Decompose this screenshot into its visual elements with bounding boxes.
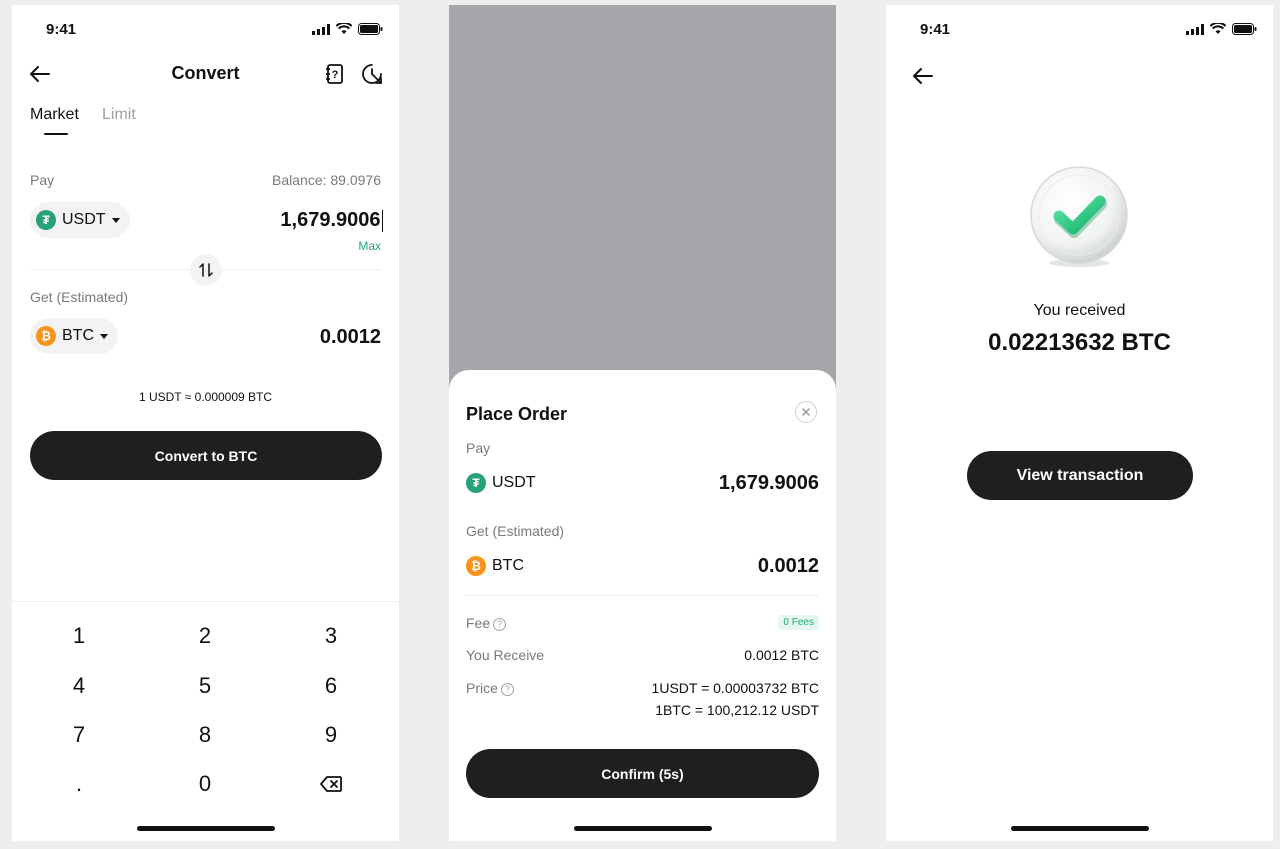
pay-label: Pay [30,172,55,188]
place-order-screen: Place Order Pay ₮ USDT 1,679.9006 Get (E… [449,5,836,841]
swap-button[interactable] [190,254,222,286]
get-coin-label: BTC [492,557,524,574]
get-amount: 0.0012 [757,555,819,577]
get-coin: ₿ BTC [466,556,524,576]
signal-icon [312,23,330,35]
chevron-down-icon [111,217,120,223]
usdt-icon: ₮ [36,210,56,230]
status-icons [312,23,383,35]
key-8[interactable]: 8 [145,713,265,757]
svg-text:?: ? [332,69,339,81]
wifi-icon [1210,23,1226,34]
place-order-sheet: Place Order Pay ₮ USDT 1,679.9006 Get (E… [449,370,836,841]
close-button[interactable] [795,401,817,423]
convert-screen: 9:41 Convert ? Market Limit Pay Balance:… [12,5,399,841]
get-coin-selector[interactable]: ₿ BTC [30,318,118,354]
signal-icon [1186,23,1204,35]
numeric-keypad: 1 2 3 4 5 6 7 8 9 . 0 [12,601,399,841]
pay-label: Pay [466,440,491,456]
receive-label: You Receive [466,647,545,663]
pay-amount-input[interactable]: 1,679.9006 [280,209,383,232]
fee-label: Fee [466,615,491,631]
help-book-icon[interactable]: ? [323,62,347,86]
info-icon[interactable]: ? [500,682,514,696]
confirm-button[interactable]: Confirm (5s) [466,749,819,798]
received-label: You received [1033,302,1126,319]
text-caret [381,209,383,232]
home-indicator [1010,826,1149,831]
home-indicator [573,826,712,831]
back-arrow-icon[interactable] [912,65,934,87]
pay-coin-label: USDT [492,474,536,491]
convert-button[interactable]: Convert to BTC [30,431,382,480]
checkmark-success-icon [1029,165,1129,269]
battery-icon [358,23,383,35]
chevron-down-icon [100,333,108,339]
key-7[interactable]: 7 [19,713,139,757]
close-icon [802,408,810,416]
key-4[interactable]: 4 [19,664,139,708]
sheet-title: Place Order [466,404,568,424]
btc-icon: ₿ [466,556,486,576]
success-screen: 9:41 You received 0.02213632 BTC View tr… [886,5,1273,841]
status-time: 9:41 [920,21,951,38]
btc-icon: ₿ [36,326,56,346]
key-9[interactable]: 9 [271,713,391,757]
balance-text: Balance: 89.0976 [272,172,381,188]
pay-amount-value: 1,679.9006 [280,209,381,231]
backspace-icon [320,776,342,792]
rate-text: 1 USDT ≈ 0.000009 BTC [138,390,273,404]
get-label: Get (Estimated) [30,289,129,305]
get-coin-label: BTC [62,327,94,344]
tab-market[interactable]: Market [30,106,79,124]
get-amount: 0.0012 [319,326,381,348]
tab-market-underline [44,133,68,135]
fee-row: Fee? [466,615,507,631]
pay-amount: 1,679.9006 [718,472,819,494]
pay-coin: ₮ USDT [466,473,536,493]
key-5[interactable]: 5 [145,664,265,708]
price-label: Price [466,680,498,696]
fee-badge: 0 Fees [778,615,819,630]
backspace-key[interactable] [271,762,391,806]
price-line-2: 1BTC = 100,212.12 USDT [655,702,819,718]
swap-icon [199,263,213,277]
key-2[interactable]: 2 [145,614,265,658]
battery-icon [1232,23,1257,35]
max-button[interactable]: Max [358,239,381,253]
price-line-1: 1USDT = 0.00003732 BTC [651,680,819,696]
received-amount: 0.02213632 BTC [988,329,1171,356]
key-dot[interactable]: . [19,762,139,806]
home-indicator [136,826,275,831]
wifi-icon [336,23,352,34]
usdt-icon: ₮ [466,473,486,493]
key-0[interactable]: 0 [145,762,265,806]
status-icons [1186,23,1257,35]
pay-coin-label: USDT [62,211,106,228]
status-time: 9:41 [46,21,77,38]
pay-coin-selector[interactable]: ₮ USDT [30,202,130,238]
key-6[interactable]: 6 [271,664,391,708]
info-icon[interactable]: ? [493,617,507,631]
history-icon[interactable] [360,62,384,86]
key-1[interactable]: 1 [19,614,139,658]
key-3[interactable]: 3 [271,614,391,658]
dim-overlay[interactable] [449,5,836,390]
divider [466,595,819,596]
tab-limit[interactable]: Limit [102,106,136,124]
receive-value: 0.0012 BTC [744,647,819,663]
price-row: Price? [466,680,514,696]
get-label: Get (Estimated) [466,523,565,539]
view-transaction-button[interactable]: View transaction [967,451,1193,500]
